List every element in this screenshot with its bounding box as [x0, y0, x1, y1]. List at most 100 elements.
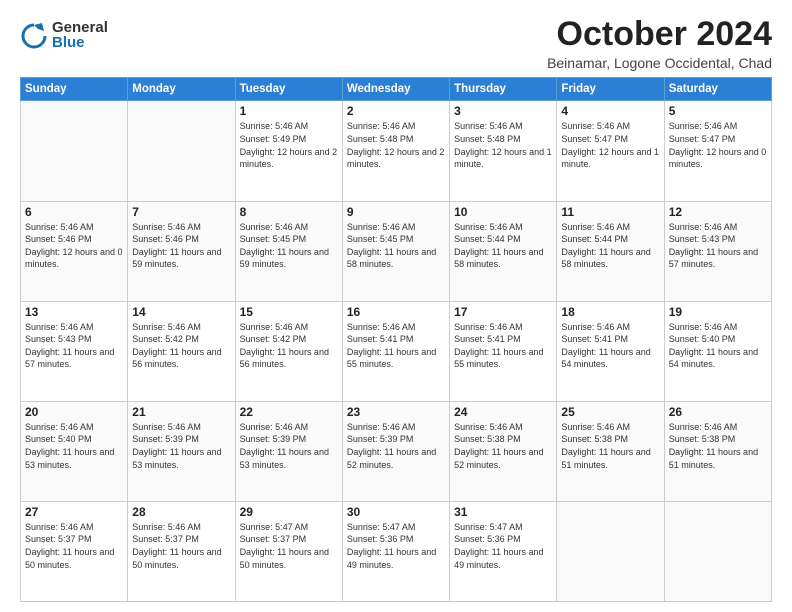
calendar-cell: 4 Sunrise: 5:46 AM Sunset: 5:47 PM Daylig… — [557, 101, 664, 201]
day-info: Sunrise: 5:46 AM Sunset: 5:41 PM Dayligh… — [454, 321, 552, 371]
calendar-cell — [664, 501, 771, 601]
day-number: 27 — [25, 505, 123, 519]
calendar-cell: 5 Sunrise: 5:46 AM Sunset: 5:47 PM Daylig… — [664, 101, 771, 201]
day-number: 22 — [240, 405, 338, 419]
day-number: 1 — [240, 104, 338, 118]
day-number: 25 — [561, 405, 659, 419]
day-info: Sunrise: 5:46 AM Sunset: 5:37 PM Dayligh… — [25, 521, 123, 571]
calendar-cell: 20 Sunrise: 5:46 AM Sunset: 5:40 PM Dayli… — [21, 401, 128, 501]
day-info: Sunrise: 5:46 AM Sunset: 5:38 PM Dayligh… — [454, 421, 552, 471]
day-info: Sunrise: 5:46 AM Sunset: 5:48 PM Dayligh… — [454, 120, 552, 170]
day-number: 18 — [561, 305, 659, 319]
day-number: 12 — [669, 205, 767, 219]
calendar-cell: 31Sunrise: 5:47 AM Sunset: 5:36 PM Dayli… — [450, 501, 557, 601]
day-info: Sunrise: 5:46 AM Sunset: 5:47 PM Dayligh… — [669, 120, 767, 170]
month-title: October 2024 — [547, 16, 772, 53]
day-info: Sunrise: 5:46 AM Sunset: 5:37 PM Dayligh… — [132, 521, 230, 571]
col-thursday: Thursday — [450, 78, 557, 101]
header: General Blue October 2024 Beinamar, Logo… — [20, 16, 772, 71]
logo-blue-text: Blue — [52, 35, 108, 50]
calendar-cell: 19Sunrise: 5:46 AM Sunset: 5:40 PM Dayli… — [664, 301, 771, 401]
day-number: 28 — [132, 505, 230, 519]
calendar-cell: 21 Sunrise: 5:46 AM Sunset: 5:39 PM Dayli… — [128, 401, 235, 501]
day-info: Sunrise: 5:46 AM Sunset: 5:41 PM Dayligh… — [347, 321, 445, 371]
day-number: 17 — [454, 305, 552, 319]
location-subtitle: Beinamar, Logone Occidental, Chad — [547, 55, 772, 71]
day-info: Sunrise: 5:46 AM Sunset: 5:39 PM Dayligh… — [347, 421, 445, 471]
calendar-cell: 18 Sunrise: 5:46 AM Sunset: 5:41 PM Dayli… — [557, 301, 664, 401]
calendar-cell: 28 Sunrise: 5:46 AM Sunset: 5:37 PM Dayli… — [128, 501, 235, 601]
calendar-week-2: 6 Sunrise: 5:46 AM Sunset: 5:46 PM Daylig… — [21, 201, 772, 301]
calendar-cell: 7 Sunrise: 5:46 AM Sunset: 5:46 PM Daylig… — [128, 201, 235, 301]
calendar-cell: 14 Sunrise: 5:46 AM Sunset: 5:42 PM Dayli… — [128, 301, 235, 401]
day-number: 9 — [347, 205, 445, 219]
calendar-cell: 26 Sunrise: 5:46 AM Sunset: 5:38 PM Dayli… — [664, 401, 771, 501]
day-number: 7 — [132, 205, 230, 219]
calendar-cell: 11 Sunrise: 5:46 AM Sunset: 5:44 PM Dayli… — [557, 201, 664, 301]
calendar-cell — [21, 101, 128, 201]
calendar-cell: 30 Sunrise: 5:47 AM Sunset: 5:36 PM Dayli… — [342, 501, 449, 601]
day-info: Sunrise: 5:46 AM Sunset: 5:40 PM Dayligh… — [25, 421, 123, 471]
calendar-cell: 24 Sunrise: 5:46 AM Sunset: 5:38 PM Dayli… — [450, 401, 557, 501]
calendar-cell: 23 Sunrise: 5:46 AM Sunset: 5:39 PM Dayli… — [342, 401, 449, 501]
day-number: 10 — [454, 205, 552, 219]
day-info: Sunrise: 5:46 AM Sunset: 5:43 PM Dayligh… — [25, 321, 123, 371]
day-number: 24 — [454, 405, 552, 419]
calendar-cell: 2 Sunrise: 5:46 AM Sunset: 5:48 PM Daylig… — [342, 101, 449, 201]
col-sunday: Sunday — [21, 78, 128, 101]
day-info: Sunrise: 5:46 AM Sunset: 5:49 PM Dayligh… — [240, 120, 338, 170]
day-number: 2 — [347, 104, 445, 118]
day-number: 20 — [25, 405, 123, 419]
day-number: 29 — [240, 505, 338, 519]
calendar-cell — [557, 501, 664, 601]
day-info: Sunrise: 5:46 AM Sunset: 5:41 PM Dayligh… — [561, 321, 659, 371]
day-info: Sunrise: 5:46 AM Sunset: 5:48 PM Dayligh… — [347, 120, 445, 170]
day-info: Sunrise: 5:46 AM Sunset: 5:45 PM Dayligh… — [240, 221, 338, 271]
day-info: Sunrise: 5:46 AM Sunset: 5:40 PM Dayligh… — [669, 321, 767, 371]
day-info: Sunrise: 5:46 AM Sunset: 5:42 PM Dayligh… — [240, 321, 338, 371]
col-friday: Friday — [557, 78, 664, 101]
day-number: 14 — [132, 305, 230, 319]
day-info: Sunrise: 5:46 AM Sunset: 5:39 PM Dayligh… — [132, 421, 230, 471]
calendar-cell: 27 Sunrise: 5:46 AM Sunset: 5:37 PM Dayli… — [21, 501, 128, 601]
day-number: 15 — [240, 305, 338, 319]
col-monday: Monday — [128, 78, 235, 101]
day-number: 4 — [561, 104, 659, 118]
day-info: Sunrise: 5:47 AM Sunset: 5:36 PM Dayligh… — [347, 521, 445, 571]
day-number: 21 — [132, 405, 230, 419]
day-info: Sunrise: 5:46 AM Sunset: 5:38 PM Dayligh… — [669, 421, 767, 471]
calendar-week-4: 20 Sunrise: 5:46 AM Sunset: 5:40 PM Dayli… — [21, 401, 772, 501]
calendar-cell: 17 Sunrise: 5:46 AM Sunset: 5:41 PM Dayli… — [450, 301, 557, 401]
day-number: 11 — [561, 205, 659, 219]
calendar-cell: 13 Sunrise: 5:46 AM Sunset: 5:43 PM Dayli… — [21, 301, 128, 401]
day-number: 13 — [25, 305, 123, 319]
logo-text: General Blue — [52, 20, 108, 50]
day-info: Sunrise: 5:46 AM Sunset: 5:45 PM Dayligh… — [347, 221, 445, 271]
day-number: 31 — [454, 505, 552, 519]
calendar-week-1: 1 Sunrise: 5:46 AM Sunset: 5:49 PM Daylig… — [21, 101, 772, 201]
day-info: Sunrise: 5:46 AM Sunset: 5:47 PM Dayligh… — [561, 120, 659, 170]
day-info: Sunrise: 5:46 AM Sunset: 5:42 PM Dayligh… — [132, 321, 230, 371]
calendar-week-5: 27 Sunrise: 5:46 AM Sunset: 5:37 PM Dayli… — [21, 501, 772, 601]
logo: General Blue — [20, 20, 108, 50]
calendar-cell — [128, 101, 235, 201]
logo-general-text: General — [52, 20, 108, 35]
header-row: Sunday Monday Tuesday Wednesday Thursday… — [21, 78, 772, 101]
day-number: 26 — [669, 405, 767, 419]
day-number: 30 — [347, 505, 445, 519]
calendar-cell: 10Sunrise: 5:46 AM Sunset: 5:44 PM Dayli… — [450, 201, 557, 301]
day-info: Sunrise: 5:46 AM Sunset: 5:44 PM Dayligh… — [561, 221, 659, 271]
day-info: Sunrise: 5:46 AM Sunset: 5:46 PM Dayligh… — [132, 221, 230, 271]
calendar-table: Sunday Monday Tuesday Wednesday Thursday… — [20, 77, 772, 602]
col-tuesday: Tuesday — [235, 78, 342, 101]
calendar-cell: 3Sunrise: 5:46 AM Sunset: 5:48 PM Daylig… — [450, 101, 557, 201]
day-number: 16 — [347, 305, 445, 319]
day-number: 23 — [347, 405, 445, 419]
calendar-cell: 15 Sunrise: 5:46 AM Sunset: 5:42 PM Dayli… — [235, 301, 342, 401]
day-number: 5 — [669, 104, 767, 118]
calendar-cell: 9 Sunrise: 5:46 AM Sunset: 5:45 PM Daylig… — [342, 201, 449, 301]
calendar-week-3: 13 Sunrise: 5:46 AM Sunset: 5:43 PM Dayli… — [21, 301, 772, 401]
calendar-cell: 12Sunrise: 5:46 AM Sunset: 5:43 PM Dayli… — [664, 201, 771, 301]
day-number: 8 — [240, 205, 338, 219]
day-number: 6 — [25, 205, 123, 219]
